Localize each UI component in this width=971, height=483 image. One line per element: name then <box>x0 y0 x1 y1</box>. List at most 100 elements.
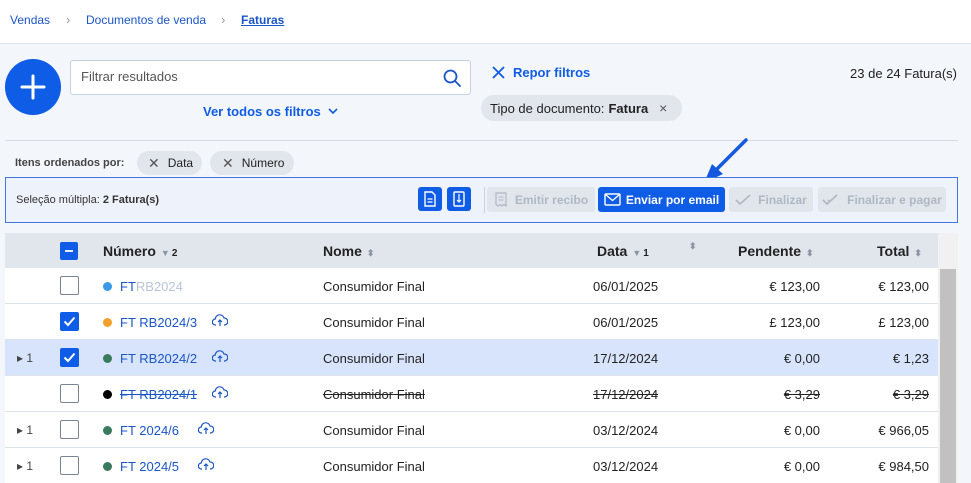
table-scrollbar[interactable] <box>938 233 958 483</box>
cloud-sync-button[interactable] <box>212 386 229 402</box>
multi-select-action-bar: Seleção múltipla: 2 Fatura(s) Emitir rec… <box>5 177 958 223</box>
invoice-number-link[interactable]: FT RB2024/1 <box>120 387 197 402</box>
document-button[interactable] <box>418 187 442 211</box>
invoice-date: 17/12/2024 <box>593 351 659 366</box>
invoices-table: Número ▼ 2 Nome ⬍ Data ▼ 1 ⬍ Pendente ⬍ Total ⬍… <box>5 233 938 483</box>
column-header-pending[interactable]: Pendente ⬍ <box>738 243 814 259</box>
finalize-button[interactable]: Finalizar <box>729 187 813 212</box>
customer-name: Consumidor Final <box>323 351 425 366</box>
invoice-number: FT 2024/5 <box>120 459 180 474</box>
export-button[interactable] <box>447 187 471 211</box>
table-header: Número ▼ 2 Nome ⬍ Data ▼ 1 ⬍ Pendente ⬍ Total ⬍ <box>5 233 938 268</box>
sort-label: Itens ordenados por: <box>15 157 125 169</box>
row-checkbox[interactable] <box>60 276 79 295</box>
column-name-label: Nome <box>323 243 362 259</box>
expand-row-button[interactable]: ▸ 1 <box>17 423 33 437</box>
sort-chip-data: ✕ Data <box>137 151 202 175</box>
breadcrumb-documentos[interactable]: Documentos de venda <box>86 13 206 27</box>
status-dot-icon <box>103 318 112 327</box>
search-icon[interactable] <box>443 69 461 87</box>
invoice-date: 17/12/2024 <box>593 387 659 402</box>
sort-desc-icon: ▼ <box>632 248 642 258</box>
invoice-date: 06/01/2025 <box>593 279 659 294</box>
sort-chip-label: Data <box>167 156 194 170</box>
total-amount: € 3,29 <box>892 387 929 402</box>
document-type-filter-chip: Tipo de documento: Fatura × <box>481 95 682 121</box>
reset-filters-link[interactable]: Repor filtros <box>492 65 590 80</box>
status-dot-icon <box>103 426 112 435</box>
customer-name: Consumidor Final <box>323 459 425 474</box>
row-checkbox[interactable] <box>60 348 79 367</box>
total-amount: £ 123,00 <box>878 315 929 330</box>
invoice-number-link[interactable]: FT RB2024/2 <box>120 351 197 366</box>
finalize-pay-button[interactable]: Finalizar e pagar <box>818 187 946 212</box>
plus-icon <box>20 74 46 100</box>
breadcrumb-faturas[interactable]: Faturas <box>241 13 284 27</box>
cloud-sync-button[interactable] <box>212 350 229 366</box>
expand-row-button[interactable]: ▸ 1 <box>17 351 33 365</box>
pending-amount: € 3,29 <box>783 387 820 402</box>
row-checkbox[interactable] <box>60 456 79 475</box>
double-check-icon <box>822 193 838 205</box>
expand-caret-icon: ▸ <box>17 351 24 365</box>
row-checkbox[interactable] <box>60 312 79 331</box>
expand-row-button[interactable]: ▸ 1 <box>17 459 33 473</box>
search-box <box>70 60 471 95</box>
cloud-upload-icon <box>197 458 215 470</box>
sort-chip-label: Número <box>241 156 285 170</box>
divider <box>484 187 485 213</box>
emit-receipt-button[interactable]: Emitir recibo <box>487 187 595 212</box>
invoice-number-link[interactable]: FT 2024/6 <box>120 423 179 438</box>
remove-filter-icon[interactable]: × <box>659 100 667 116</box>
breadcrumb-vendas[interactable]: Vendas <box>10 13 50 27</box>
table-row[interactable]: FTRB2024 Consumidor Final 06/01/2025 € 123,… <box>5 268 938 304</box>
send-email-button[interactable]: Enviar por email <box>598 187 725 212</box>
table-row[interactable]: ▸ 1 FT 2024/6 Consumidor Final 03/12/2024 € … <box>5 412 938 448</box>
invoice-number: FT RB2024/3 <box>120 315 198 330</box>
scrollbar-thumb[interactable] <box>940 269 956 483</box>
search-input[interactable] <box>81 69 421 84</box>
column-header-name[interactable]: Nome ⬍ <box>323 243 374 259</box>
table-row[interactable]: FT RB2024/3 Consumidor Final 06/01/2025 £ 1… <box>5 304 938 340</box>
sort-icon[interactable]: ⬍ <box>689 241 697 252</box>
selection-text: Seleção múltipla: 2 Fatura(s) <box>16 194 159 206</box>
finalize-pay-label: Finalizar e pagar <box>847 192 942 207</box>
status-dot-icon <box>103 462 112 471</box>
chevron-right-icon: › <box>221 12 226 27</box>
pending-amount: € 0,00 <box>783 351 820 366</box>
select-all-checkbox[interactable] <box>60 242 78 260</box>
cloud-upload-icon <box>212 350 229 362</box>
selection-label: Seleção múltipla: <box>16 194 100 206</box>
add-document-button[interactable] <box>5 59 61 115</box>
expand-caret-icon: ▸ <box>17 423 24 437</box>
status-dot-icon <box>103 354 112 363</box>
table-row[interactable]: FT RB2024/1 Consumidor Final 17/12/2024 € 3… <box>5 376 938 412</box>
check-icon <box>735 193 751 205</box>
row-checkbox[interactable] <box>60 420 79 439</box>
table-row[interactable]: ▸ 1 FT RB2024/2 Consumidor Final 17/12/2024… <box>5 340 938 376</box>
filter-chip-value: Fatura <box>608 100 649 116</box>
cloud-sync-button[interactable] <box>197 422 215 438</box>
column-header-total[interactable]: Total ⬍ <box>877 243 922 259</box>
sort-order-number: 2 <box>171 248 178 259</box>
invoice-number-link[interactable]: FT 2024/5 <box>120 459 179 474</box>
pending-amount: € 0,00 <box>783 423 820 438</box>
expand-count: 1 <box>26 423 34 437</box>
check-icon <box>63 352 76 363</box>
row-checkbox[interactable] <box>60 384 79 403</box>
invoice-number: FT RB2024/1 <box>120 387 198 402</box>
column-header-number[interactable]: Número ▼ 2 <box>103 243 177 259</box>
document-icon <box>424 191 436 207</box>
column-header-date[interactable]: Data ▼ 1 <box>597 243 649 259</box>
remove-sort-icon[interactable]: ✕ <box>148 155 160 172</box>
cloud-sync-button[interactable] <box>212 314 229 330</box>
table-row[interactable]: ▸ 1 FT 2024/5 Consumidor Final 03/12/2024 € … <box>5 448 938 483</box>
invoice-number-link[interactable]: FTRB2024 <box>120 279 183 294</box>
all-filters-link[interactable]: Ver todos os filtros <box>203 104 338 119</box>
invoice-number-link[interactable]: FT RB2024/3 <box>120 315 197 330</box>
cloud-sync-button[interactable] <box>197 458 215 474</box>
chevron-down-icon <box>328 108 338 115</box>
total-amount: € 984,50 <box>878 459 929 474</box>
expand-count: 1 <box>26 351 34 365</box>
remove-sort-icon[interactable]: ✕ <box>222 155 234 172</box>
